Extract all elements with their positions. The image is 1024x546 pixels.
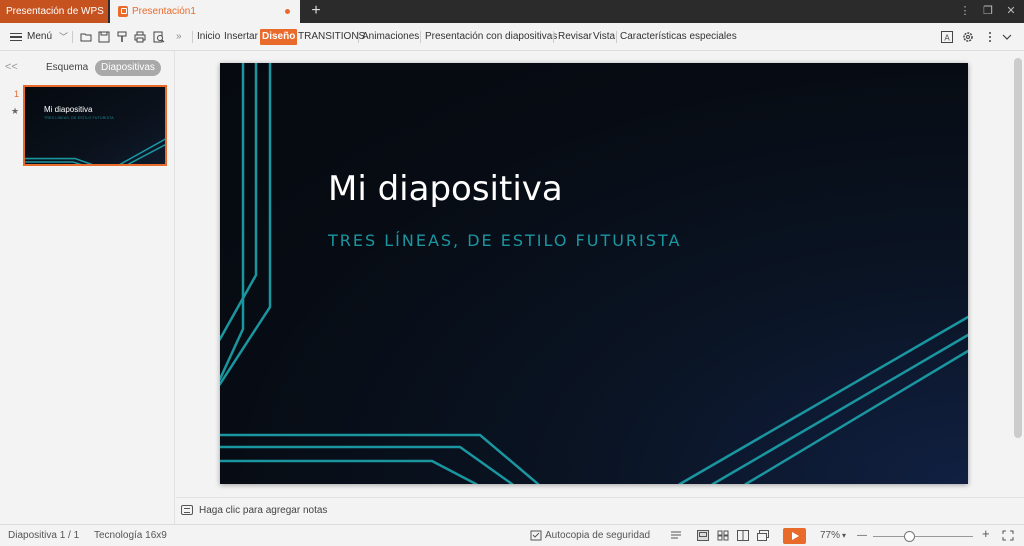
collapse-ribbon-icon[interactable]	[1001, 31, 1013, 43]
svg-text:A: A	[944, 34, 950, 43]
slide-counter: Diapositiva 1 / 1	[8, 530, 80, 541]
print-preview-icon[interactable]	[153, 31, 165, 43]
presentation-icon	[118, 6, 128, 17]
zoom-chevron-down-icon[interactable]: ▾	[842, 529, 846, 543]
hamburger-icon	[10, 33, 22, 41]
tab-animaciones[interactable]: Animaciones	[361, 29, 420, 45]
play-slideshow-button[interactable]	[783, 528, 806, 544]
notes-placeholder: Haga clic para agregar notas	[199, 505, 328, 516]
toolbar-divider	[420, 31, 421, 43]
settings-icon[interactable]	[962, 31, 974, 43]
toolbar-divider	[192, 31, 193, 43]
toolbar: Menú ﹀ » Inicio Insertar Diseño TRANSITI…	[0, 23, 1024, 51]
slide-sorter-icon[interactable]	[717, 530, 729, 541]
zoom-level[interactable]: 77%	[820, 529, 840, 543]
toolbar-divider	[616, 31, 617, 43]
notes-area[interactable]: Haga clic para agregar notas	[176, 497, 1024, 524]
thumbnail-lines	[25, 138, 165, 164]
save-icon[interactable]	[98, 31, 110, 43]
slide-title[interactable]: Mi diapositiva	[328, 169, 563, 209]
text-box-icon[interactable]: A	[941, 31, 953, 43]
normal-view-icon[interactable]	[697, 530, 709, 541]
format-painter-icon[interactable]	[116, 31, 128, 43]
zoom-slider[interactable]	[873, 536, 973, 537]
slide-thumbnail[interactable]: Mi diapositiva TRES LÍNEAS, DE ESTILO FU…	[23, 85, 167, 166]
thumbnail-title: Mi diapositiva	[44, 105, 93, 114]
tab-transitions[interactable]: TRANSITIONS	[297, 29, 366, 45]
presenter-view-icon[interactable]	[757, 530, 769, 541]
tab-inicio[interactable]: Inicio	[196, 29, 221, 45]
tab-presentacion[interactable]: Presentación con diapositivas	[424, 29, 558, 45]
slides-panel: << Esquema Diapositivas 1 ★ Mi diapositi…	[0, 51, 175, 524]
tab-diseno[interactable]: Diseño	[260, 29, 298, 45]
slide-animation-star-icon: ★	[11, 106, 20, 116]
tab-presentation1-label: Presentación1	[132, 6, 196, 17]
vertical-scrollbar[interactable]	[1014, 58, 1022, 438]
title-bar: Presentación de WPS Presentación1 + ⋮ ❐ …	[0, 0, 1024, 23]
reading-view-icon[interactable]	[737, 530, 749, 541]
slide-workspace: Mi diapositiva TRES LÍNEAS, DE ESTILO FU…	[176, 51, 1010, 497]
thumbnail-subtitle: TRES LÍNEAS, DE ESTILO FUTURISTA	[44, 116, 114, 120]
status-bar: Diapositiva 1 / 1 Tecnología 16x9 Autoco…	[0, 524, 1024, 546]
tab-presentation1[interactable]: Presentación1	[110, 0, 300, 23]
toolbar-divider	[72, 31, 73, 43]
more-tools-icon[interactable]: »	[176, 29, 182, 45]
print-icon[interactable]	[134, 31, 146, 43]
notes-toggle-icon[interactable]	[670, 530, 682, 541]
theme-name[interactable]: Tecnología 16x9	[94, 529, 167, 543]
fit-to-window-icon[interactable]	[1002, 530, 1014, 541]
zoom-slider-knob[interactable]	[904, 531, 915, 542]
slide-number: 1	[14, 89, 20, 99]
restore-window-icon[interactable]: ❐	[978, 0, 998, 23]
futuristic-lines	[220, 63, 968, 484]
toolbar-divider	[553, 31, 554, 43]
unsaved-dot-icon	[285, 9, 290, 14]
tab-diapositivas[interactable]: Diapositivas	[95, 60, 161, 76]
more-icon[interactable]	[984, 31, 996, 43]
tab-revisar[interactable]: Revisar	[557, 29, 593, 45]
slide-subtitle[interactable]: TRES LÍNEAS, DE ESTILO FUTURISTA	[328, 231, 681, 250]
tab-vista[interactable]: Vista	[592, 29, 616, 45]
slide-canvas[interactable]: Mi diapositiva TRES LÍNEAS, DE ESTILO FU…	[220, 63, 968, 484]
collapse-panel-icon[interactable]: <<	[5, 61, 18, 73]
toolbar-divider	[358, 31, 359, 43]
tab-esquema[interactable]: Esquema	[46, 61, 88, 75]
menu-label: Menú	[27, 31, 53, 42]
close-window-icon[interactable]: ✕	[1001, 0, 1021, 23]
new-tab-button[interactable]: +	[308, 0, 324, 23]
tab-caracteristicas[interactable]: Características especiales	[619, 29, 738, 45]
tab-wps-home[interactable]: Presentación de WPS	[0, 0, 108, 23]
open-folder-icon[interactable]	[80, 31, 92, 43]
app-menu-icon[interactable]: ⋮	[955, 0, 975, 23]
autosave-label[interactable]: Autocopia de seguridad	[545, 529, 650, 543]
notes-icon	[181, 505, 193, 515]
zoom-in-button[interactable]: +	[982, 527, 990, 541]
menu-button[interactable]: Menú	[10, 29, 52, 45]
tab-insertar[interactable]: Insertar	[223, 29, 259, 45]
autosave-icon	[530, 530, 542, 541]
zoom-out-button[interactable]: —	[857, 529, 867, 543]
menu-chevron-down-icon[interactable]: ﹀	[59, 29, 68, 45]
